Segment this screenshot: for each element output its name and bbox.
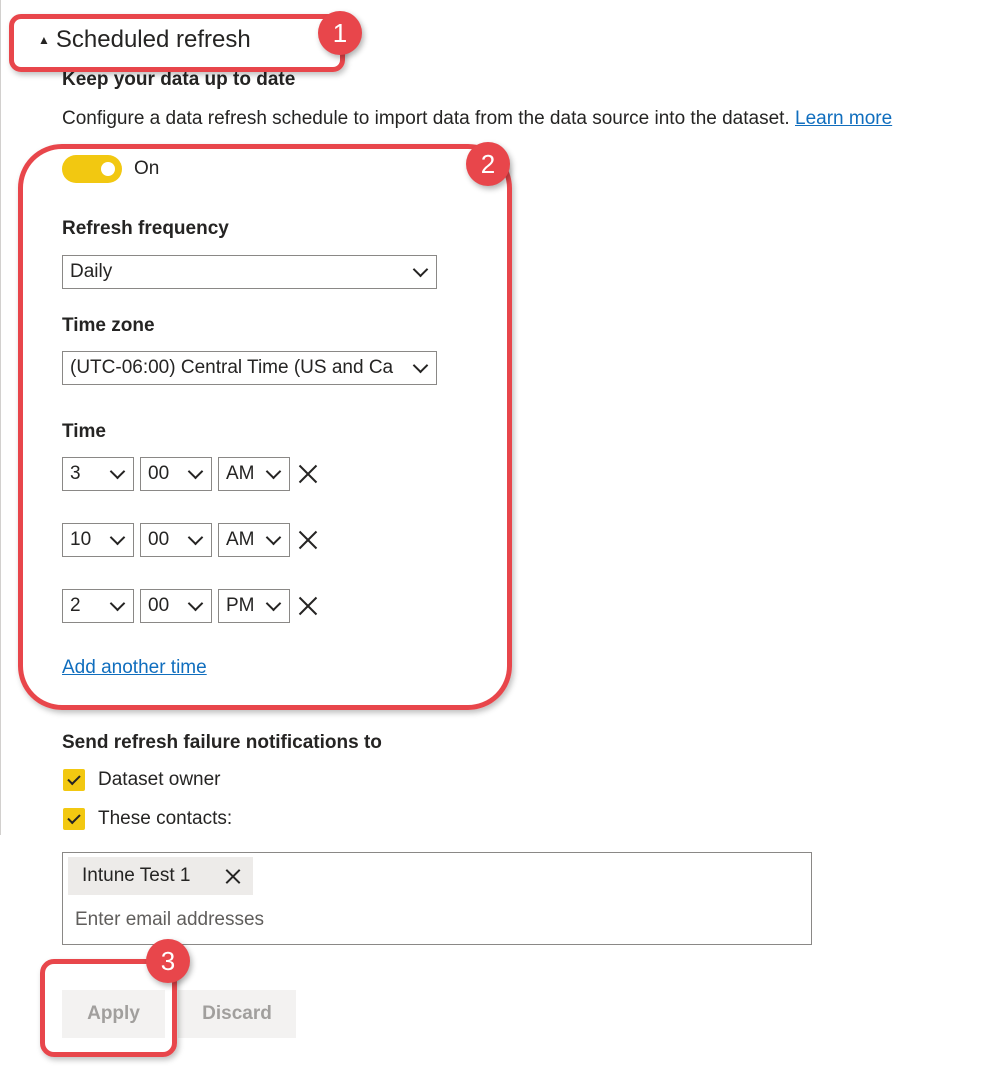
dataset-owner-checkbox[interactable]	[63, 769, 85, 791]
refresh-description: Configure a data refresh schedule to imp…	[62, 108, 892, 130]
notifications-label: Send refresh failure notifications to	[62, 732, 382, 753]
callout-frame-2	[18, 144, 512, 710]
contacts-field[interactable]: Intune Test 1	[62, 852, 812, 945]
callout-badge-3: 3	[146, 939, 190, 983]
email-input[interactable]	[75, 909, 775, 931]
keep-data-heading: Keep your data up to date	[62, 69, 296, 90]
contact-chip: Intune Test 1	[68, 857, 253, 895]
dataset-owner-label: Dataset owner	[98, 769, 221, 790]
left-divider	[0, 0, 1, 835]
callout-frame-1	[9, 14, 345, 72]
callout-badge-2: 2	[466, 142, 510, 186]
these-contacts-label: These contacts:	[98, 808, 233, 829]
these-contacts-checkbox[interactable]	[63, 808, 85, 830]
remove-contact-close-icon[interactable]	[225, 868, 241, 884]
description-text: Configure a data refresh schedule to imp…	[62, 108, 790, 129]
discard-button[interactable]: Discard	[178, 990, 296, 1038]
callout-badge-1: 1	[318, 11, 362, 55]
contact-chip-label: Intune Test 1	[82, 865, 191, 886]
learn-more-link[interactable]: Learn more	[795, 108, 892, 129]
